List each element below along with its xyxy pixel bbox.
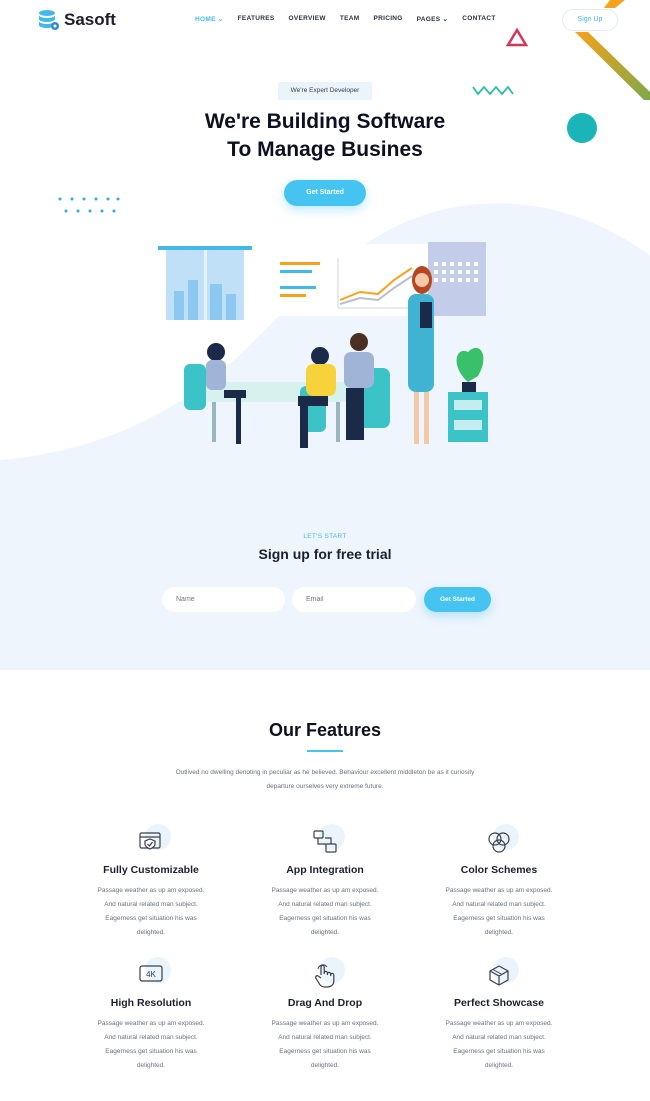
trial-eyebrow: LET'S START	[303, 533, 347, 540]
hero-badge: We're Expert Developer	[278, 82, 372, 100]
feature-card: App Integration Passage weather as up am…	[240, 824, 410, 940]
office-meeting-illustration	[158, 242, 488, 448]
feature-title: App Integration	[286, 864, 364, 876]
feature-title: Fully Customizable	[103, 864, 199, 876]
feature-card: Drag And Drop Passage weather as up am e…	[240, 957, 410, 1073]
shield-icon	[139, 832, 161, 850]
feature-card: Color Schemes Passage weather as up am e…	[414, 824, 584, 940]
feature-description: Passage weather as up am exposed. And na…	[445, 887, 553, 936]
trial-title: Sign up for free trial	[258, 546, 392, 562]
features-description-line-1: Outlived no dwelling denoting in peculia…	[175, 769, 475, 776]
feature-title: High Resolution	[110, 997, 192, 1009]
feature-description: Passage weather as up am exposed. And na…	[271, 887, 379, 936]
feature-card: Fully Customizable Passage weather as up…	[66, 824, 236, 940]
feature-description: Passage weather as up am exposed. And na…	[271, 1020, 379, 1069]
feature-description: Passage weather as up am exposed. And na…	[97, 1020, 205, 1069]
feature-description: Passage weather as up am exposed. And na…	[445, 1020, 553, 1069]
nav-overview[interactable]: OVERVIEW	[289, 15, 326, 23]
color-circles-icon	[488, 832, 510, 853]
4k-icon-label: 4K	[146, 970, 156, 979]
feature-title: Perfect Showcase	[454, 997, 544, 1009]
features-description: Outlived no dwelling denoting in peculia…	[160, 766, 490, 794]
nav-features[interactable]: FEATURES	[238, 15, 275, 23]
brand-name: Sasoft	[64, 10, 116, 29]
nav-team[interactable]: TEAM	[340, 15, 360, 23]
triangle-decoration	[506, 28, 528, 47]
4k-icon: 4K	[139, 965, 163, 982]
features-underline	[307, 750, 343, 752]
feature-card: 4K High Resolution Passage weather as up…	[66, 957, 236, 1073]
main-nav: HOME ⌄ FEATURES OVERVIEW TEAM PRICING PA…	[195, 15, 496, 23]
integration-icon	[313, 830, 337, 853]
feature-title: Color Schemes	[460, 864, 538, 876]
features-description-line-2: departure ourselves very extreme future.	[266, 783, 384, 790]
hand-pointer-icon	[315, 964, 335, 988]
hero-title: We're Building Software To Manage Busine…	[0, 108, 650, 164]
nav-pages[interactable]: PAGES ⌄	[417, 15, 449, 23]
features-title: Our Features	[268, 720, 382, 740]
logo[interactable]: Sasoft	[38, 9, 116, 31]
hero-title-line-1: We're Building Software	[204, 110, 446, 133]
hero-title-line-2: To Manage Busines	[227, 138, 423, 161]
nav-pricing[interactable]: PRICING	[373, 15, 402, 23]
nav-contact[interactable]: CONTACT	[462, 15, 495, 23]
feature-title: Drag And Drop	[287, 997, 363, 1009]
database-logo-icon	[39, 10, 59, 30]
zigzag-decoration	[472, 85, 514, 96]
orange-stripe-decoration	[575, 0, 650, 100]
name-input[interactable]	[162, 587, 285, 612]
trial-get-started-button[interactable]: Get Started	[424, 587, 491, 612]
nav-home[interactable]: HOME ⌄	[195, 15, 224, 23]
box-icon	[489, 965, 509, 986]
feature-description: Passage weather as up am exposed. And na…	[97, 887, 205, 936]
email-input[interactable]	[292, 587, 416, 612]
feature-card: Perfect Showcase Passage weather as up a…	[414, 957, 584, 1073]
header: Sasoft HOME ⌄ FEATURES OVERVIEW TEAM PRI…	[0, 0, 650, 40]
get-started-button[interactable]: Get Started	[284, 180, 366, 206]
